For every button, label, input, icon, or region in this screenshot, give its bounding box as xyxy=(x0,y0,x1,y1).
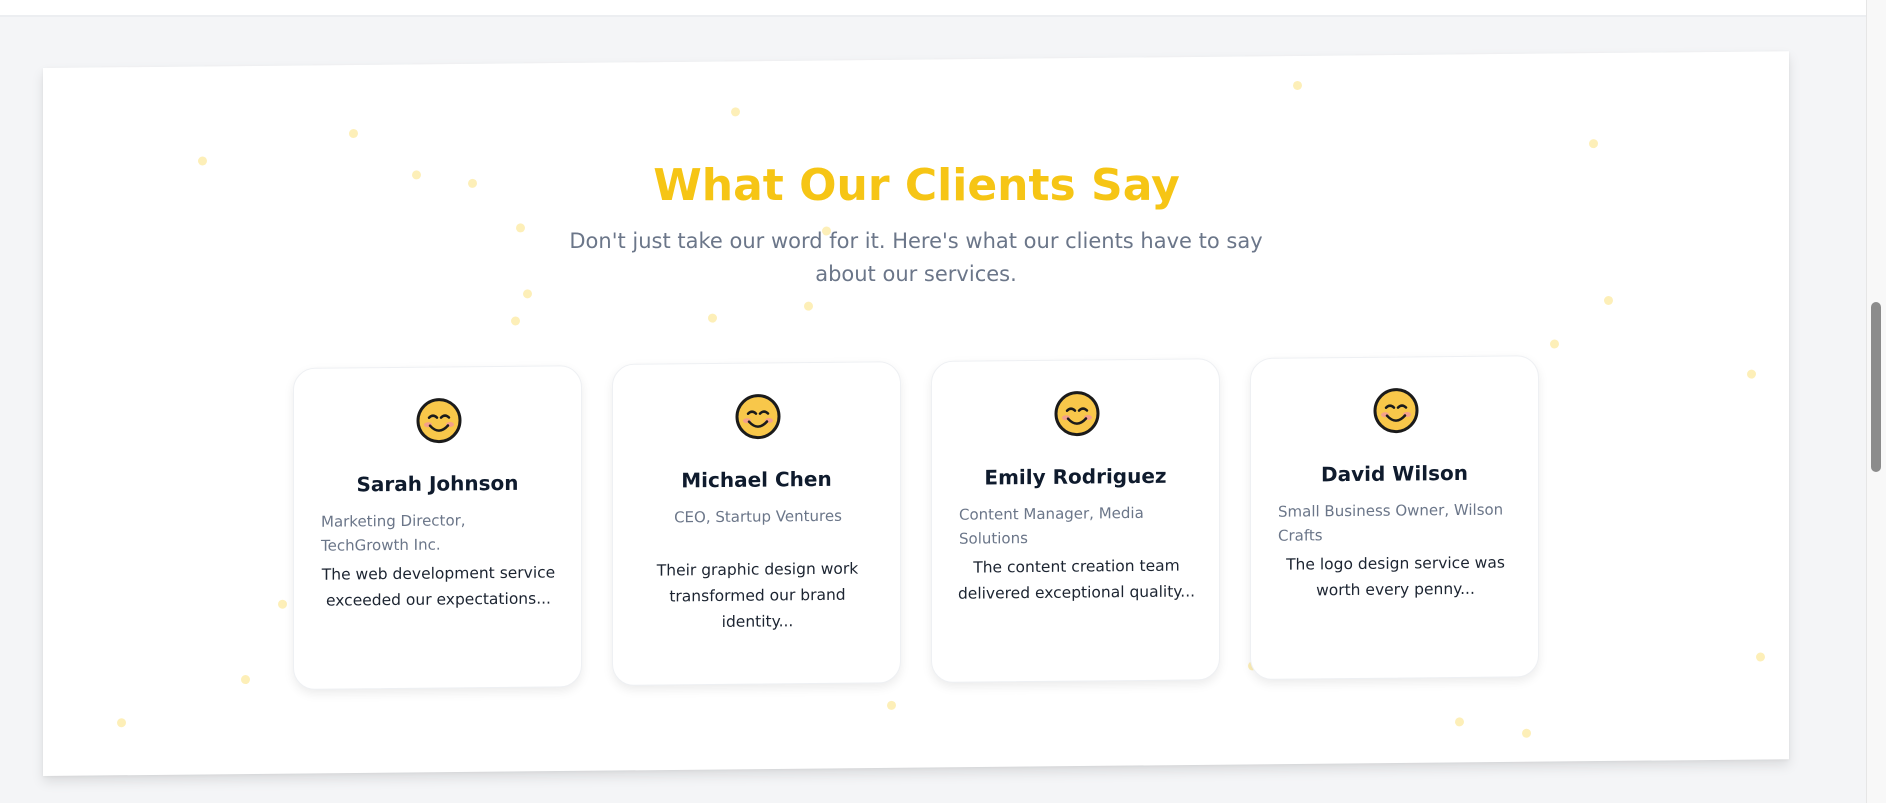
testimonial-card: Sarah Johnson Marketing Director, TechGr… xyxy=(293,365,582,690)
decor-dot xyxy=(1589,139,1598,149)
page: What Our Clients Say Don't just take our… xyxy=(0,0,1866,803)
decor-dot xyxy=(511,316,520,326)
smiling-face-icon xyxy=(416,398,462,444)
decor-dot xyxy=(1455,717,1464,727)
client-quote: The content creation team delivered exce… xyxy=(957,556,1196,603)
decor-dot xyxy=(241,675,250,685)
section-subtitle: Don't just take our word for it. Here's … xyxy=(569,229,1263,286)
decor-dot xyxy=(516,223,525,233)
client-role: Marketing Director, TechGrowth Inc. xyxy=(321,511,466,555)
client-name: Sarah Johnson xyxy=(356,470,519,497)
decor-dot xyxy=(1747,369,1756,379)
smiling-face-icon xyxy=(1373,388,1419,434)
decor-dot xyxy=(804,301,813,311)
testimonial-card: Michael Chen CEO, Startup Ventures Their… xyxy=(612,361,901,686)
testimonial-card: Emily Rodriguez Content Manager, Media S… xyxy=(931,358,1220,683)
scrollbar-thumb[interactable] xyxy=(1871,302,1881,472)
decor-dot xyxy=(117,718,126,728)
decor-dot xyxy=(1756,652,1765,662)
top-divider xyxy=(0,0,1866,17)
client-name: Michael Chen xyxy=(681,466,832,493)
client-quote: The web development service exceeded our… xyxy=(321,563,556,610)
client-name: David Wilson xyxy=(1321,460,1468,487)
client-role: CEO, Startup Ventures xyxy=(674,506,842,527)
client-quote: The logo design service was worth every … xyxy=(1286,553,1505,600)
smiling-face-icon xyxy=(1054,391,1100,437)
client-name: Emily Rodriguez xyxy=(984,463,1167,490)
client-role: Content Manager, Media Solutions xyxy=(959,503,1144,548)
decor-dot xyxy=(1293,80,1302,91)
decor-dot xyxy=(1604,295,1613,306)
decor-dot xyxy=(523,289,532,299)
decor-dot xyxy=(1550,339,1559,349)
decor-dot xyxy=(278,599,287,609)
decor-dot xyxy=(349,128,358,139)
testimonial-card: David Wilson Small Business Owner, Wilso… xyxy=(1250,355,1539,680)
decor-dot xyxy=(708,313,717,323)
decor-dot xyxy=(731,107,740,117)
decor-dot xyxy=(887,700,896,710)
section-title: What Our Clients Say xyxy=(653,160,1180,211)
client-quote: Their graphic design work transformed ou… xyxy=(656,559,859,631)
client-role: Small Business Owner, Wilson Crafts xyxy=(1278,500,1504,545)
decor-dot xyxy=(1522,728,1531,738)
smiling-face-icon xyxy=(735,394,781,440)
